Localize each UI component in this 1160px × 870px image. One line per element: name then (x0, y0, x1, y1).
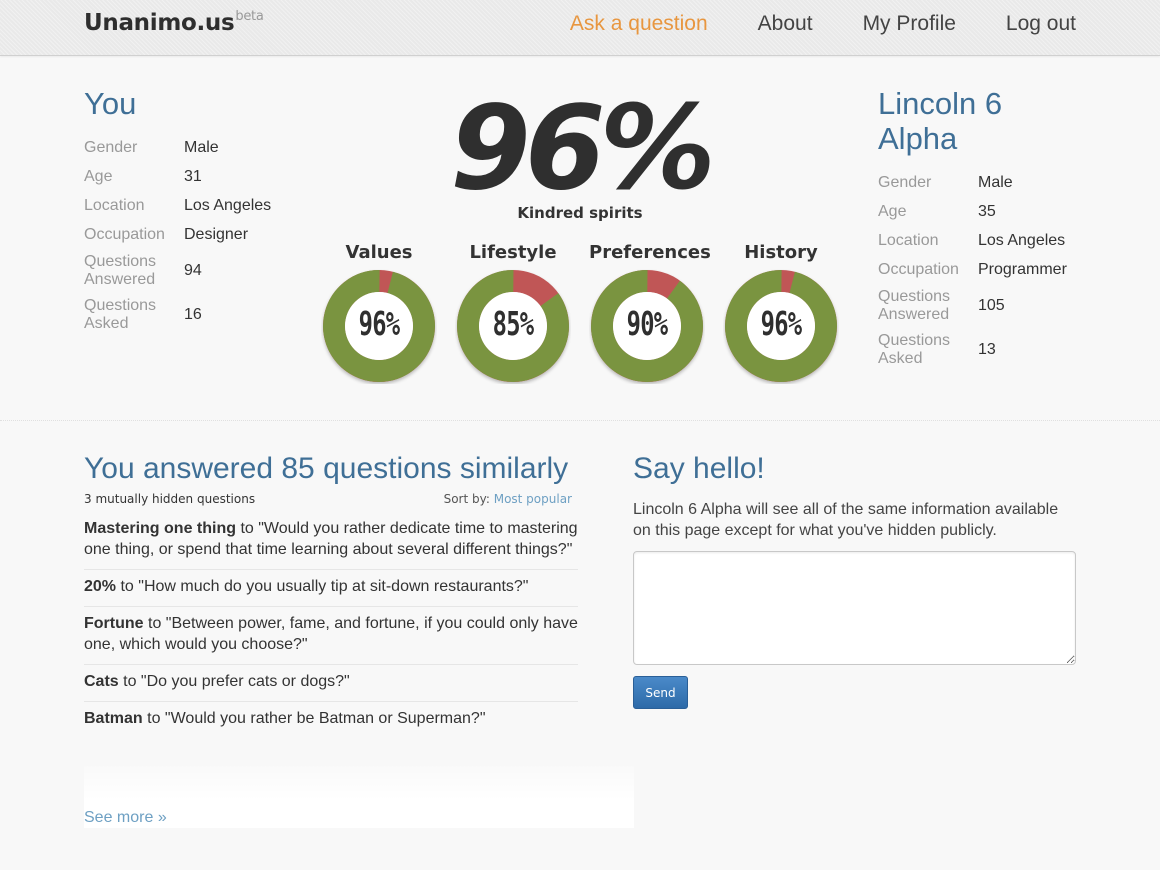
hidden-questions-note: 3 mutually hidden questions (84, 492, 256, 506)
attr-label: Gender (84, 138, 138, 156)
donut-values: Values 96% (321, 242, 437, 384)
attr-value: Male (978, 173, 1013, 191)
donut-label: Values (345, 242, 413, 263)
donut-label: History (744, 242, 818, 263)
sort-label: Sort by: (443, 492, 490, 506)
attr-label: Questions Asked (84, 297, 157, 332)
questions-meta: 3 mutually hidden questions Sort by: Mos… (84, 492, 572, 506)
your-profile: You Gender Male Age 31 Location Los Angeles… (84, 86, 294, 337)
match-profile-title: Lincoln 6 Alpha (878, 86, 1003, 156)
answer-text: Cats (84, 673, 119, 690)
brand-name: Unanimo.us (84, 10, 235, 36)
say-hello-title: Say hello! (633, 452, 765, 485)
nav-about[interactable]: About (758, 12, 813, 36)
attr-questions-asked: Questions Asked 13 (878, 328, 1088, 372)
section-divider (0, 420, 1160, 421)
list-item[interactable]: 20% to "How much do you usually tip at s… (84, 570, 578, 607)
match-profile: Lincoln 6 Alpha Gender Male Age 35 Locatio… (878, 86, 1088, 372)
donut-label: Preferences (589, 242, 711, 263)
attr-value: Programmer (978, 260, 1067, 278)
donut-label: Lifestyle (469, 242, 557, 263)
attr-location: Location Los Angeles (84, 191, 294, 220)
donut-percent: 90% (626, 304, 668, 343)
donut-preferences: Preferences 90% (589, 242, 711, 384)
overall-score: 96% (450, 81, 716, 216)
attr-label: Location (878, 231, 939, 249)
list-item[interactable]: Batman to "Would you rather be Batman or… (84, 702, 578, 738)
main-nav: Ask a question About My Profile Log out (520, 12, 1076, 36)
nav-my-profile[interactable]: My Profile (863, 12, 956, 36)
beta-tag: beta (235, 9, 264, 24)
answer-text: 20% (84, 578, 117, 595)
send-button[interactable]: Send (633, 676, 688, 709)
attr-label: Gender (878, 173, 932, 191)
attr-questions-answered: Questions Answered 105 (878, 284, 1088, 328)
attr-value: Los Angeles (978, 231, 1066, 249)
donut-lifestyle: Lifestyle 85% (455, 242, 571, 384)
question-list: Mastering one thing to "Would you rather… (84, 512, 578, 738)
attr-label: Questions Answered (878, 288, 951, 323)
attr-occupation: Occupation Programmer (878, 255, 1088, 284)
attr-value: Los Angeles (184, 196, 272, 214)
attr-label: Occupation (878, 260, 959, 278)
attr-questions-answered: Questions Answered 94 (84, 249, 294, 293)
attr-label: Location (84, 196, 145, 214)
donut-history: History 96% (723, 242, 839, 384)
say-hello-description: Lincoln 6 Alpha will see all of the same… (633, 501, 1059, 539)
attr-label: Age (84, 167, 113, 185)
attr-label: Age (878, 202, 907, 220)
attr-age: Age 31 (84, 162, 294, 191)
attr-gender: Gender Male (84, 133, 294, 162)
brand-logo[interactable]: Unanimo.usbeta (84, 9, 264, 36)
donut-percent: 96% (760, 304, 802, 343)
answer-text: Mastering one thing (84, 520, 236, 537)
question-text: to "How much do you usually tip at sit-d… (120, 578, 529, 595)
attr-value: 13 (978, 341, 996, 358)
question-text: to "Would you rather be Batman or Superm… (147, 710, 486, 727)
similar-questions-title: You answered 85 questions similarly (84, 452, 569, 485)
question-text: to "Between power, fame, and fortune, if… (84, 615, 578, 653)
nav-log-out[interactable]: Log out (1006, 12, 1076, 36)
attr-questions-asked: Questions Asked 16 (84, 293, 294, 337)
your-profile-title: You (84, 86, 137, 121)
attr-value: 31 (184, 167, 202, 185)
attr-label: Questions Answered (84, 253, 157, 288)
sort-control: Sort by: Most popular (444, 492, 572, 506)
attr-value: 105 (978, 297, 1005, 314)
list-item[interactable]: Cats to "Do you prefer cats or dogs?" (84, 665, 578, 702)
attr-value: 35 (978, 202, 996, 220)
score-label: Kindred spirits (517, 204, 643, 222)
attr-age: Age 35 (878, 197, 1088, 226)
see-more-link[interactable]: See more » (84, 809, 167, 827)
sort-option-link[interactable]: Most popular (494, 492, 572, 506)
attr-value: Male (184, 138, 219, 156)
answer-text: Batman (84, 710, 143, 727)
attr-value: 16 (184, 306, 202, 323)
attr-label: Occupation (84, 225, 165, 243)
question-text: to "Do you prefer cats or dogs?" (123, 673, 350, 690)
attr-occupation: Occupation Designer (84, 220, 294, 249)
attr-label: Questions Asked (878, 332, 951, 367)
attr-value: Designer (184, 225, 249, 243)
attr-value: 94 (184, 262, 202, 279)
donut-percent: 96% (358, 304, 400, 343)
list-item[interactable]: Fortune to "Between power, fame, and for… (84, 607, 578, 665)
nav-ask-question[interactable]: Ask a question (570, 12, 708, 36)
attr-gender: Gender Male (878, 168, 1088, 197)
attr-location: Location Los Angeles (878, 226, 1088, 255)
answer-text: Fortune (84, 615, 144, 632)
top-navbar: Unanimo.usbeta Ask a question About My P… (0, 0, 1160, 56)
donut-percent: 85% (492, 304, 534, 343)
list-item[interactable]: Mastering one thing to "Would you rather… (84, 512, 578, 570)
message-input[interactable] (633, 551, 1076, 665)
